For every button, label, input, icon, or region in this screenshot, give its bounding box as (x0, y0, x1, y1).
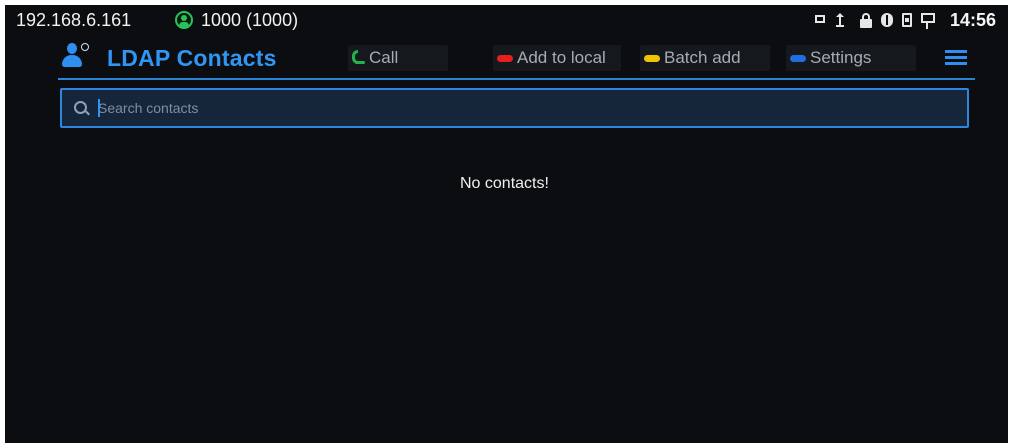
ip-address: 192.168.6.161 (16, 10, 132, 30)
lock-icon (860, 13, 872, 28)
blue-key-icon (790, 55, 806, 62)
account-label: 1000 (1000) (201, 10, 299, 30)
text-cursor (98, 99, 100, 117)
batch-add-label: Batch add (664, 48, 741, 67)
phone-screen: 192.168.6.161 1000 (1000) 14:56 LDAP Con… (5, 5, 1008, 443)
menu-icon[interactable] (945, 50, 967, 66)
call-label: Call (369, 48, 399, 67)
bluetooth-icon (881, 13, 893, 27)
search-input[interactable] (98, 96, 958, 120)
network-icon (921, 13, 935, 29)
call-button[interactable]: Call (348, 45, 448, 71)
page-title: LDAP Contacts (107, 45, 277, 71)
empty-state-message: No contacts! (460, 175, 549, 192)
image-icon (815, 15, 825, 23)
settings-label: Settings (810, 48, 872, 67)
yellow-key-icon (644, 55, 660, 62)
search-bar[interactable] (60, 88, 969, 128)
search-icon (74, 101, 87, 114)
clock: 14:56 (950, 10, 997, 30)
phone-icon (352, 50, 365, 65)
red-key-icon (497, 55, 513, 62)
title-divider (58, 78, 975, 80)
add-to-local-button[interactable]: Add to local (493, 45, 621, 71)
account-status-icon (175, 11, 193, 29)
title-bar: LDAP Contacts Call Add to local Batch ad… (58, 41, 975, 77)
settings-button[interactable]: Settings (786, 45, 916, 71)
upload-icon (836, 13, 844, 27)
batch-add-button[interactable]: Batch add (640, 45, 770, 71)
add-to-local-label: Add to local (517, 48, 606, 67)
status-bar: 192.168.6.161 1000 (1000) 14:56 (5, 5, 1008, 35)
ldap-contacts-icon (58, 43, 89, 71)
sim-icon (902, 13, 912, 27)
